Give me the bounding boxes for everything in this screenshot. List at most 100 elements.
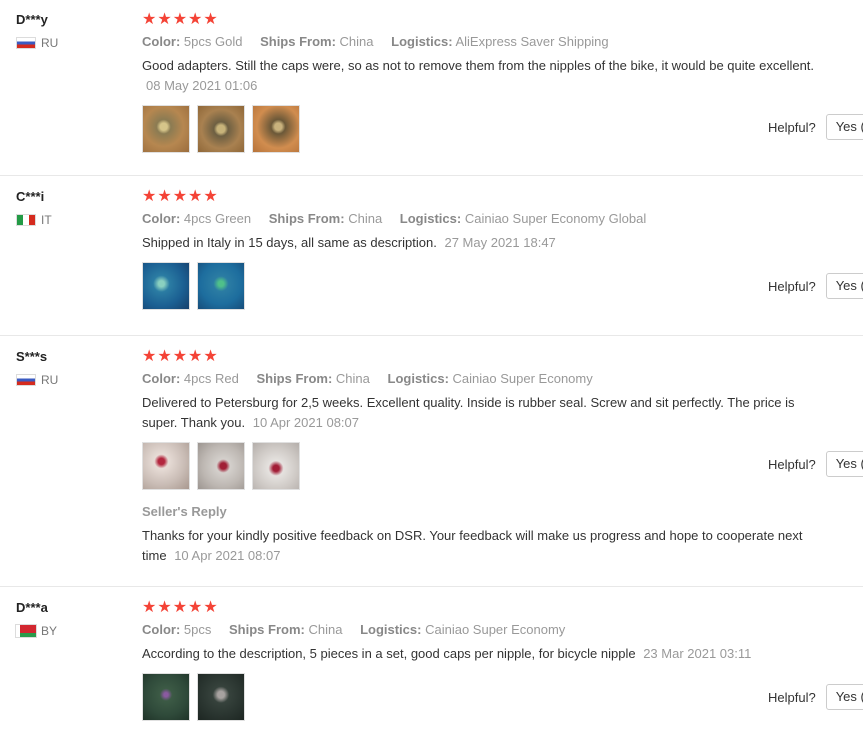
review-content: ★★★★★ Color: 4pcs Green Ships From: Chin…: [142, 189, 832, 310]
review-photos: [142, 442, 832, 490]
review-date: 23 Mar 2021 03:11: [643, 646, 752, 661]
ships-from-label: Ships From:: [229, 622, 305, 637]
star-rating: ★★★★★: [142, 11, 219, 28]
review-photo-thumbnail[interactable]: [197, 262, 245, 310]
reviewer-name: S***s: [16, 349, 48, 364]
color-value: 4pcs Red: [183, 371, 239, 386]
review-date: 08 May 2021 01:06: [146, 78, 258, 93]
reviewer-country: RU: [16, 373, 58, 387]
review-photos: [142, 262, 832, 310]
review-item: D***a BY ★★★★★ Color: 5pcs Ships From: C…: [0, 600, 863, 741]
review-meta: Color: 5pcs Ships From: China Logistics:…: [142, 622, 832, 637]
color-value: 5pcs: [183, 622, 212, 637]
review-item: D***y RU ★★★★★ Color: 5pcs Gold Ships Fr…: [0, 12, 863, 176]
reviewer-country: IT: [16, 213, 52, 227]
reviewer-name: C***i: [16, 189, 45, 204]
ships-from-label: Ships From:: [256, 371, 333, 386]
seller-reply-date: 10 Apr 2021 08:07: [174, 548, 281, 563]
review-body: Delivered to Petersburg for 2,5 weeks. E…: [142, 395, 795, 430]
review-photos: [142, 105, 832, 153]
ships-from-label: Ships From:: [260, 34, 336, 49]
color-label: Color:: [142, 34, 181, 49]
helpful-label: Helpful?: [768, 119, 816, 135]
belarus-flag-icon: [15, 624, 37, 638]
review-photo-thumbnail[interactable]: [142, 442, 190, 490]
review-body: According to the description, 5 pieces i…: [142, 646, 636, 661]
review-meta: Color: 4pcs Green Ships From: China Logi…: [142, 211, 832, 226]
reviewer-name: D***y: [16, 12, 48, 27]
ships-from-value: China: [339, 34, 374, 49]
review-date: 27 May 2021 18:47: [444, 235, 556, 250]
review-content: ★★★★★ Color: 5pcs Ships From: China Logi…: [142, 600, 832, 721]
review-photo-thumbnail[interactable]: [197, 673, 245, 721]
country-code: RU: [41, 373, 59, 387]
reviewer-country: RU: [16, 36, 58, 50]
helpful-section: Helpful? Yes (: [768, 451, 863, 477]
logistics-value: Cainiao Super Economy: [452, 371, 593, 386]
ships-from-value: China: [335, 371, 370, 386]
review-item: S***s RU ★★★★★ Color: 4pcs Red Ships Fro…: [0, 349, 863, 587]
helpful-label: Helpful?: [768, 278, 816, 294]
review-date: 10 Apr 2021 08:07: [252, 415, 359, 430]
review-photo-thumbnail[interactable]: [252, 105, 300, 153]
color-label: Color:: [142, 622, 181, 637]
reviewer-name: D***a: [16, 600, 48, 615]
ships-from-value: China: [348, 211, 383, 226]
review-photo-thumbnail[interactable]: [142, 262, 190, 310]
color-value: 5pcs Gold: [183, 34, 243, 49]
star-rating: ★★★★★: [142, 188, 219, 205]
russia-flag-icon: [16, 37, 36, 49]
helpful-yes-button[interactable]: Yes (: [825, 273, 863, 299]
country-code: BY: [41, 624, 58, 638]
review-photo-thumbnail[interactable]: [142, 673, 190, 721]
review-content: ★★★★★ Color: 5pcs Gold Ships From: China…: [142, 12, 832, 153]
helpful-section: Helpful? Yes (: [768, 684, 863, 710]
logistics-value: Cainiao Super Economy Global: [464, 211, 647, 226]
ships-from-value: China: [308, 622, 343, 637]
ships-from-label: Ships From:: [268, 211, 345, 226]
helpful-yes-button[interactable]: Yes (: [825, 451, 863, 477]
star-rating: ★★★★★: [142, 348, 219, 365]
review-body: Good adapters. Still the caps were, so a…: [142, 58, 815, 73]
logistics-value: Cainiao Super Economy: [425, 622, 566, 637]
review-photo-thumbnail[interactable]: [197, 442, 245, 490]
logistics-label: Logistics:: [387, 371, 449, 386]
review-text: Delivered to Petersburg for 2,5 weeks. E…: [142, 393, 832, 433]
reviewer-info: D***a BY: [15, 600, 58, 638]
logistics-value: AliExpress Saver Shipping: [455, 34, 609, 49]
review-text: Good adapters. Still the caps were, so a…: [142, 56, 832, 96]
italy-flag-icon: [16, 214, 36, 226]
review-photo-thumbnail[interactable]: [252, 442, 300, 490]
review-text: According to the description, 5 pieces i…: [142, 644, 832, 664]
helpful-yes-button[interactable]: Yes (: [825, 114, 863, 140]
seller-reply-text: Thanks for your kindly positive feedback…: [142, 526, 812, 566]
color-value: 4pcs Green: [183, 211, 252, 226]
review-content: ★★★★★ Color: 4pcs Red Ships From: China …: [142, 349, 832, 566]
country-code: RU: [41, 36, 59, 50]
helpful-section: Helpful? Yes (: [768, 114, 863, 140]
reviewer-info: D***y RU: [16, 12, 58, 50]
helpful-label: Helpful?: [768, 456, 816, 472]
review-item: C***i IT ★★★★★ Color: 4pcs Green Ships F…: [0, 189, 863, 336]
logistics-label: Logistics:: [399, 211, 462, 226]
seller-reply-title: Seller's Reply: [142, 504, 227, 519]
reviewer-info: C***i IT: [16, 189, 52, 227]
color-label: Color:: [142, 211, 181, 226]
helpful-label: Helpful?: [768, 689, 816, 705]
color-label: Color:: [142, 371, 181, 386]
helpful-section: Helpful? Yes (: [768, 273, 863, 299]
review-photo-thumbnail[interactable]: [142, 105, 190, 153]
reviewer-info: S***s RU: [16, 349, 58, 387]
logistics-label: Logistics:: [391, 34, 453, 49]
review-body: Shipped in Italy in 15 days, all same as…: [142, 235, 437, 250]
reviewer-country: BY: [15, 624, 58, 638]
review-photo-thumbnail[interactable]: [197, 105, 245, 153]
review-text: Shipped in Italy in 15 days, all same as…: [142, 233, 832, 253]
logistics-label: Logistics:: [360, 622, 422, 637]
review-meta: Color: 5pcs Gold Ships From: China Logis…: [142, 34, 832, 49]
helpful-yes-button[interactable]: Yes (: [825, 684, 863, 710]
review-photos: [142, 673, 832, 721]
review-meta: Color: 4pcs Red Ships From: China Logist…: [142, 371, 832, 386]
country-code: IT: [41, 213, 52, 227]
star-rating: ★★★★★: [142, 599, 219, 616]
